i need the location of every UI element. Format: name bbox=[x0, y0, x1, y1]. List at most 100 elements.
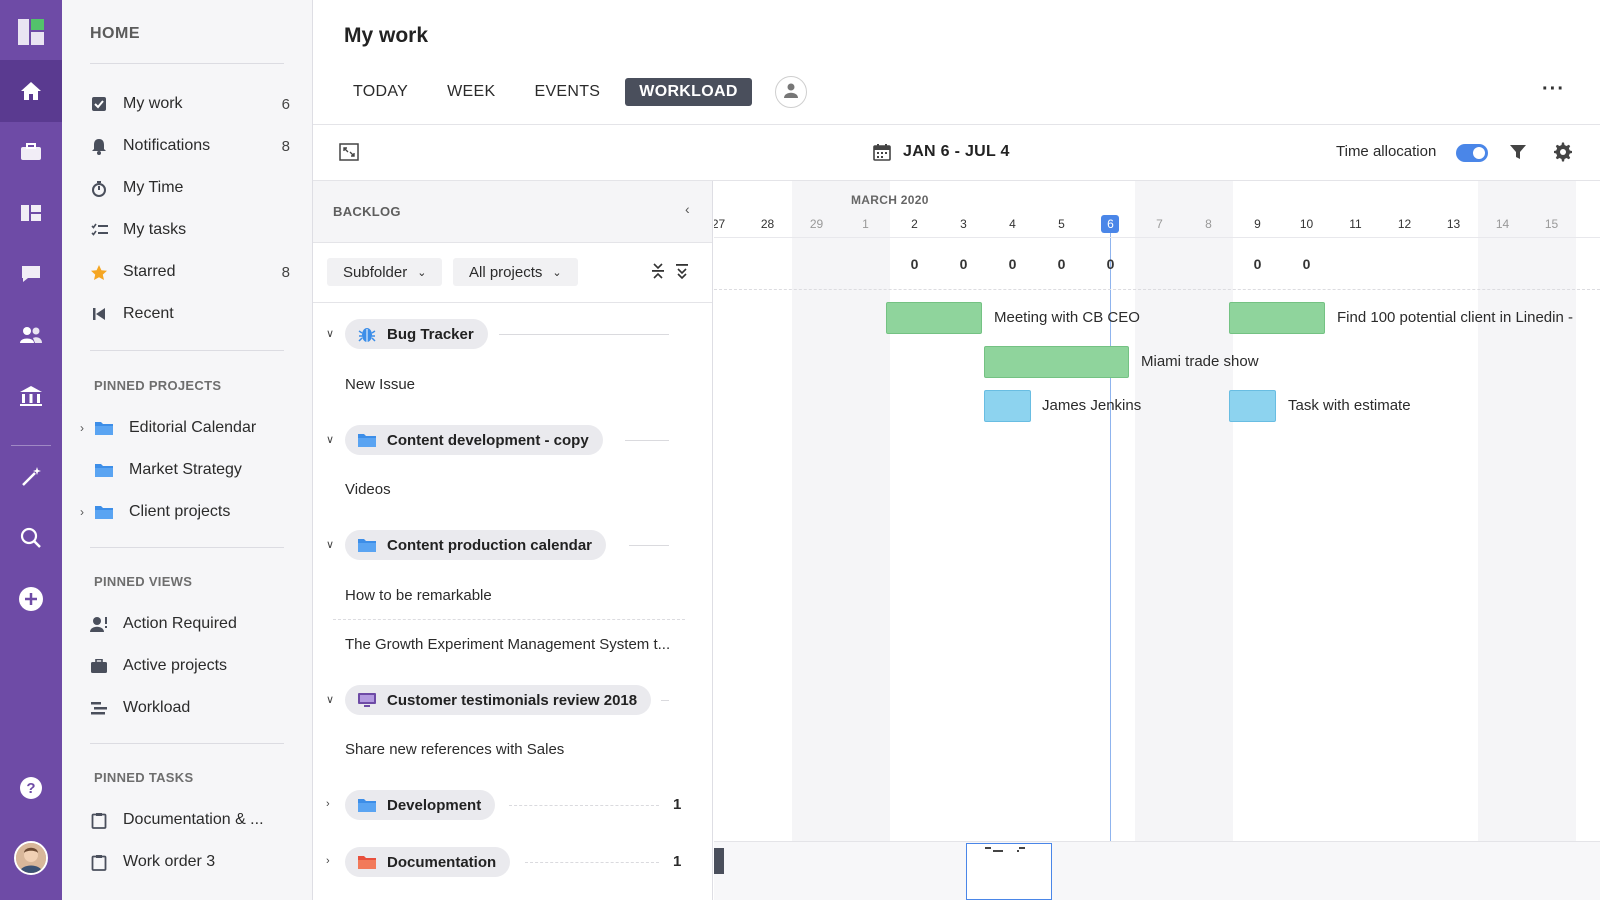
filter-icon[interactable] bbox=[1509, 143, 1527, 166]
minimap-handle[interactable] bbox=[714, 848, 724, 874]
chevron-right-icon[interactable]: › bbox=[80, 505, 94, 519]
nav-item-recent[interactable]: Recent bbox=[90, 299, 290, 329]
task-bar-label[interactable]: Task with estimate bbox=[1288, 397, 1411, 414]
date-range-picker[interactable]: JAN 6 - JUL 4 bbox=[873, 143, 1010, 161]
nav-item-my-work[interactable]: My work 6 bbox=[90, 89, 290, 119]
collapse-backlog-icon[interactable]: ‹ bbox=[685, 201, 690, 217]
expand-all-icon[interactable] bbox=[675, 263, 689, 284]
time-allocation-toggle[interactable] bbox=[1456, 144, 1488, 162]
avatar[interactable] bbox=[14, 841, 48, 875]
calendar-icon bbox=[873, 144, 891, 161]
chevron-right-icon[interactable]: › bbox=[326, 855, 330, 867]
projects-dropdown[interactable]: All projects ⌄ bbox=[453, 258, 578, 286]
task-bar[interactable] bbox=[984, 346, 1129, 378]
subfolder-dropdown[interactable]: Subfolder ⌄ bbox=[327, 258, 443, 286]
pinned-task-work-order-3[interactable]: Work order 3 bbox=[90, 847, 290, 877]
nav-item-my-time[interactable]: My Time bbox=[90, 173, 290, 203]
pinned-project-client-projects[interactable]: › Client projects bbox=[80, 497, 290, 527]
tab-events[interactable]: EVENTS bbox=[520, 78, 614, 106]
project-group-bug-tracker[interactable]: ∨ Bug Tracker bbox=[313, 315, 712, 353]
nav-item-starred[interactable]: Starred 8 bbox=[90, 257, 290, 287]
chevron-down-icon[interactable]: ∨ bbox=[326, 538, 334, 551]
day-label: 14 bbox=[1495, 217, 1510, 231]
project-group-documentation[interactable]: › Documentation 1 bbox=[313, 843, 712, 881]
project-pill[interactable]: Bug Tracker bbox=[345, 319, 488, 349]
chevron-down-icon[interactable]: ∨ bbox=[326, 693, 334, 706]
folder-icon bbox=[94, 462, 114, 478]
project-group-development[interactable]: › Development 1 bbox=[313, 786, 712, 824]
pinned-view-label: Action Required bbox=[123, 615, 237, 632]
more-options-button[interactable]: ··· bbox=[1542, 78, 1565, 101]
backlog-task[interactable]: How to be remarkable bbox=[345, 587, 492, 604]
pinned-task-documentation[interactable]: Documentation & ... bbox=[90, 805, 290, 835]
nav-item-my-tasks[interactable]: My tasks bbox=[90, 215, 290, 245]
project-group-customer-testimonials[interactable]: ∨ Customer testimonials review 2018 bbox=[313, 681, 712, 719]
svg-text:?: ? bbox=[26, 780, 35, 797]
project-pill[interactable]: Customer testimonials review 2018 bbox=[345, 685, 652, 715]
bank-icon[interactable] bbox=[0, 365, 62, 427]
pinned-view-action-required[interactable]: Action Required bbox=[90, 609, 290, 639]
task-bar-label[interactable]: Miami trade show bbox=[1141, 353, 1259, 370]
backlog-task[interactable]: The Growth Experiment Management System … bbox=[345, 636, 670, 653]
subfolder-label: Subfolder bbox=[343, 263, 408, 281]
search-icon[interactable] bbox=[0, 507, 62, 569]
project-pill[interactable]: Development bbox=[345, 790, 496, 820]
dashboard-icon[interactable] bbox=[0, 182, 62, 244]
project-pill[interactable]: Content production calendar bbox=[345, 530, 607, 560]
user-filter-button[interactable] bbox=[774, 76, 807, 108]
task-bar[interactable] bbox=[984, 390, 1031, 422]
home-icon[interactable] bbox=[0, 60, 62, 122]
project-group-content-production-calendar[interactable]: ∨ Content production calendar bbox=[313, 526, 712, 564]
allocation-value: 0 bbox=[910, 256, 919, 272]
project-group-content-development-copy[interactable]: ∨ Content development - copy bbox=[313, 421, 712, 459]
add-icon[interactable] bbox=[0, 568, 62, 630]
app-rail: ? bbox=[0, 0, 62, 900]
chevron-down-icon[interactable]: ∨ bbox=[326, 433, 334, 446]
day-label: 29 bbox=[809, 217, 824, 231]
pinned-view-workload[interactable]: Workload bbox=[90, 693, 290, 723]
backlog-task[interactable]: New Issue bbox=[345, 376, 415, 393]
nav-item-count: 8 bbox=[281, 263, 290, 281]
pinned-view-active-projects[interactable]: Active projects bbox=[90, 651, 290, 681]
tab-today[interactable]: TODAY bbox=[339, 78, 422, 106]
gear-icon[interactable] bbox=[1553, 142, 1573, 167]
task-bar-label[interactable]: Find 100 potential client in Linedin - bbox=[1337, 309, 1573, 326]
tab-workload[interactable]: WORKLOAD bbox=[625, 78, 752, 106]
pinned-project-editorial-calendar[interactable]: › Editorial Calendar bbox=[80, 413, 290, 443]
nav-item-notifications[interactable]: Notifications 8 bbox=[90, 131, 290, 161]
nav-item-label: Notifications bbox=[123, 137, 211, 154]
user-icon bbox=[783, 82, 799, 103]
expand-icon[interactable] bbox=[339, 143, 359, 166]
day-label: 13 bbox=[1446, 217, 1461, 231]
project-pill[interactable]: Content development - copy bbox=[345, 425, 603, 455]
task-bar-label[interactable]: James Jenkins bbox=[1042, 397, 1141, 414]
task-bar-label[interactable]: Meeting with CB CEO bbox=[994, 309, 1140, 326]
workload-icon bbox=[90, 699, 108, 717]
minimap-viewport[interactable] bbox=[966, 843, 1052, 900]
day-column bbox=[1478, 181, 1527, 841]
day-column bbox=[841, 181, 890, 841]
team-icon[interactable] bbox=[0, 304, 62, 366]
backlog-title: BACKLOG bbox=[333, 204, 401, 219]
day-label: 15 bbox=[1544, 217, 1559, 231]
logo-icon[interactable] bbox=[17, 18, 45, 46]
day-column bbox=[1037, 181, 1086, 841]
help-icon[interactable]: ? bbox=[0, 757, 62, 819]
tab-week[interactable]: WEEK bbox=[433, 78, 509, 106]
chevron-right-icon[interactable]: › bbox=[80, 421, 94, 435]
backlog-task[interactable]: Videos bbox=[345, 481, 391, 498]
timeline-minimap[interactable] bbox=[714, 841, 1600, 900]
chevron-right-icon[interactable]: › bbox=[326, 798, 330, 810]
briefcase-icon[interactable] bbox=[0, 121, 62, 183]
pinned-project-market-strategy[interactable]: Market Strategy bbox=[80, 455, 290, 485]
task-bar[interactable] bbox=[1229, 302, 1325, 334]
magic-wand-icon[interactable] bbox=[0, 446, 62, 508]
collapse-all-icon[interactable] bbox=[651, 263, 665, 284]
task-bar[interactable] bbox=[886, 302, 982, 334]
backlog-panel: BACKLOG ‹ Subfolder ⌄ All projects ⌄ ∨ B… bbox=[313, 181, 713, 900]
backlog-task[interactable]: Share new references with Sales bbox=[345, 741, 564, 758]
chevron-down-icon[interactable]: ∨ bbox=[326, 327, 334, 340]
task-bar[interactable] bbox=[1229, 390, 1276, 422]
chat-icon[interactable] bbox=[0, 243, 62, 305]
project-pill[interactable]: Documentation bbox=[345, 847, 511, 877]
